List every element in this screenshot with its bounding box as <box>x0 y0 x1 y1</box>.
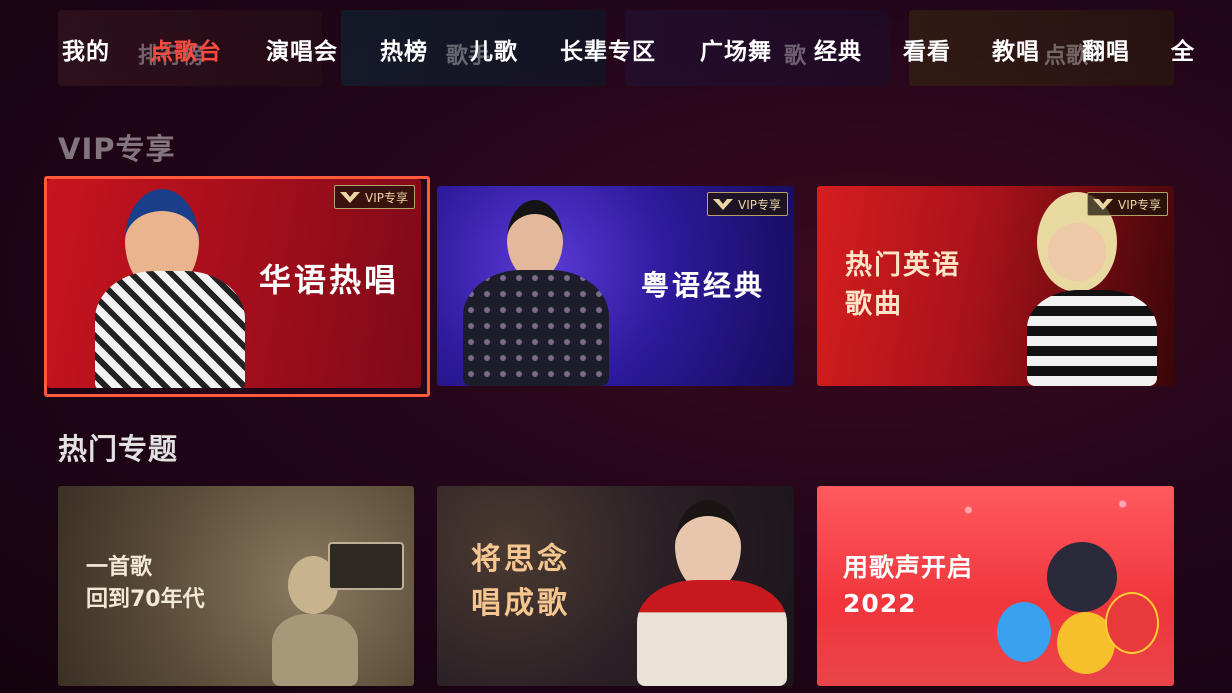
nav-item-concert[interactable]: 演唱会 <box>266 32 338 66</box>
card-label: 粤语经典 <box>641 269 766 302</box>
nav-item-watch[interactable]: 看看 <box>903 32 951 66</box>
hot-card-back-to-70s[interactable]: 一首歌 回到70年代 <box>58 486 414 686</box>
card-label: 将思念 唱成歌 <box>471 538 570 625</box>
section-title-vip: VIP专享 <box>58 132 176 166</box>
crown-icon <box>713 199 733 210</box>
vip-card-english-hits[interactable]: VIP专享 热门英语 歌曲 <box>817 186 1174 386</box>
card-label-line1: 热门英语 <box>845 250 961 281</box>
focus-highlight <box>44 176 430 397</box>
nav-item-hot-chart[interactable]: 热榜 <box>380 32 428 66</box>
top-nav: 我的 点歌台 演唱会 热榜 儿歌 长辈专区 广场舞 经典 看看 教唱 翻唱 全 <box>0 32 1232 72</box>
card-label-line2: 唱成歌 <box>471 585 570 621</box>
hot-card-2022[interactable]: 用歌声开启 2022 <box>817 486 1174 686</box>
vip-badge: VIP专享 <box>707 192 788 216</box>
nav-item-square-dance[interactable]: 广场舞 <box>700 32 772 66</box>
card-label: 用歌声开启 2022 <box>843 550 973 623</box>
singer-figure <box>1007 192 1167 386</box>
nav-item-mine[interactable]: 我的 <box>62 32 110 66</box>
vip-badge-text: VIP专享 <box>1118 197 1161 212</box>
nav-item-all[interactable]: 全 <box>1171 32 1195 66</box>
fireworks-decoration <box>917 486 1174 546</box>
card-label-line2: 回到70年代 <box>86 586 205 612</box>
mascot-figures <box>987 542 1167 686</box>
dancer-figure <box>248 506 408 686</box>
section-title-hot-topics: 热门专题 <box>58 432 179 466</box>
crown-icon <box>1093 199 1113 210</box>
card-label-line1: 用歌声开启 <box>843 553 974 582</box>
card-label-line2: 2022 <box>843 589 917 619</box>
nav-item-classic[interactable]: 经典 <box>814 32 862 66</box>
card-label: 热门英语 歌曲 <box>845 246 961 324</box>
nav-item-song-request[interactable]: 点歌台 <box>150 32 222 66</box>
card-label: 一首歌 回到70年代 <box>86 552 205 616</box>
girl-figure <box>627 500 787 686</box>
nav-item-kids-songs[interactable]: 儿歌 <box>470 32 518 66</box>
card-label-line1: 将思念 <box>471 542 570 577</box>
hot-card-sing-longing[interactable]: 将思念 唱成歌 <box>437 486 794 686</box>
vip-badge-text: VIP专享 <box>738 197 781 212</box>
card-label-line1: 一首歌 <box>86 555 153 580</box>
card-label-line2: 歌曲 <box>845 289 903 321</box>
nav-item-teach-singing[interactable]: 教唱 <box>992 32 1040 66</box>
nav-item-elders[interactable]: 长辈专区 <box>560 32 656 66</box>
vip-card-cantonese-classics[interactable]: VIP专享 粤语经典 <box>437 186 794 386</box>
vip-badge: VIP专享 <box>1087 192 1168 216</box>
nav-item-cover[interactable]: 翻唱 <box>1082 32 1130 66</box>
singer-figure <box>449 200 609 386</box>
